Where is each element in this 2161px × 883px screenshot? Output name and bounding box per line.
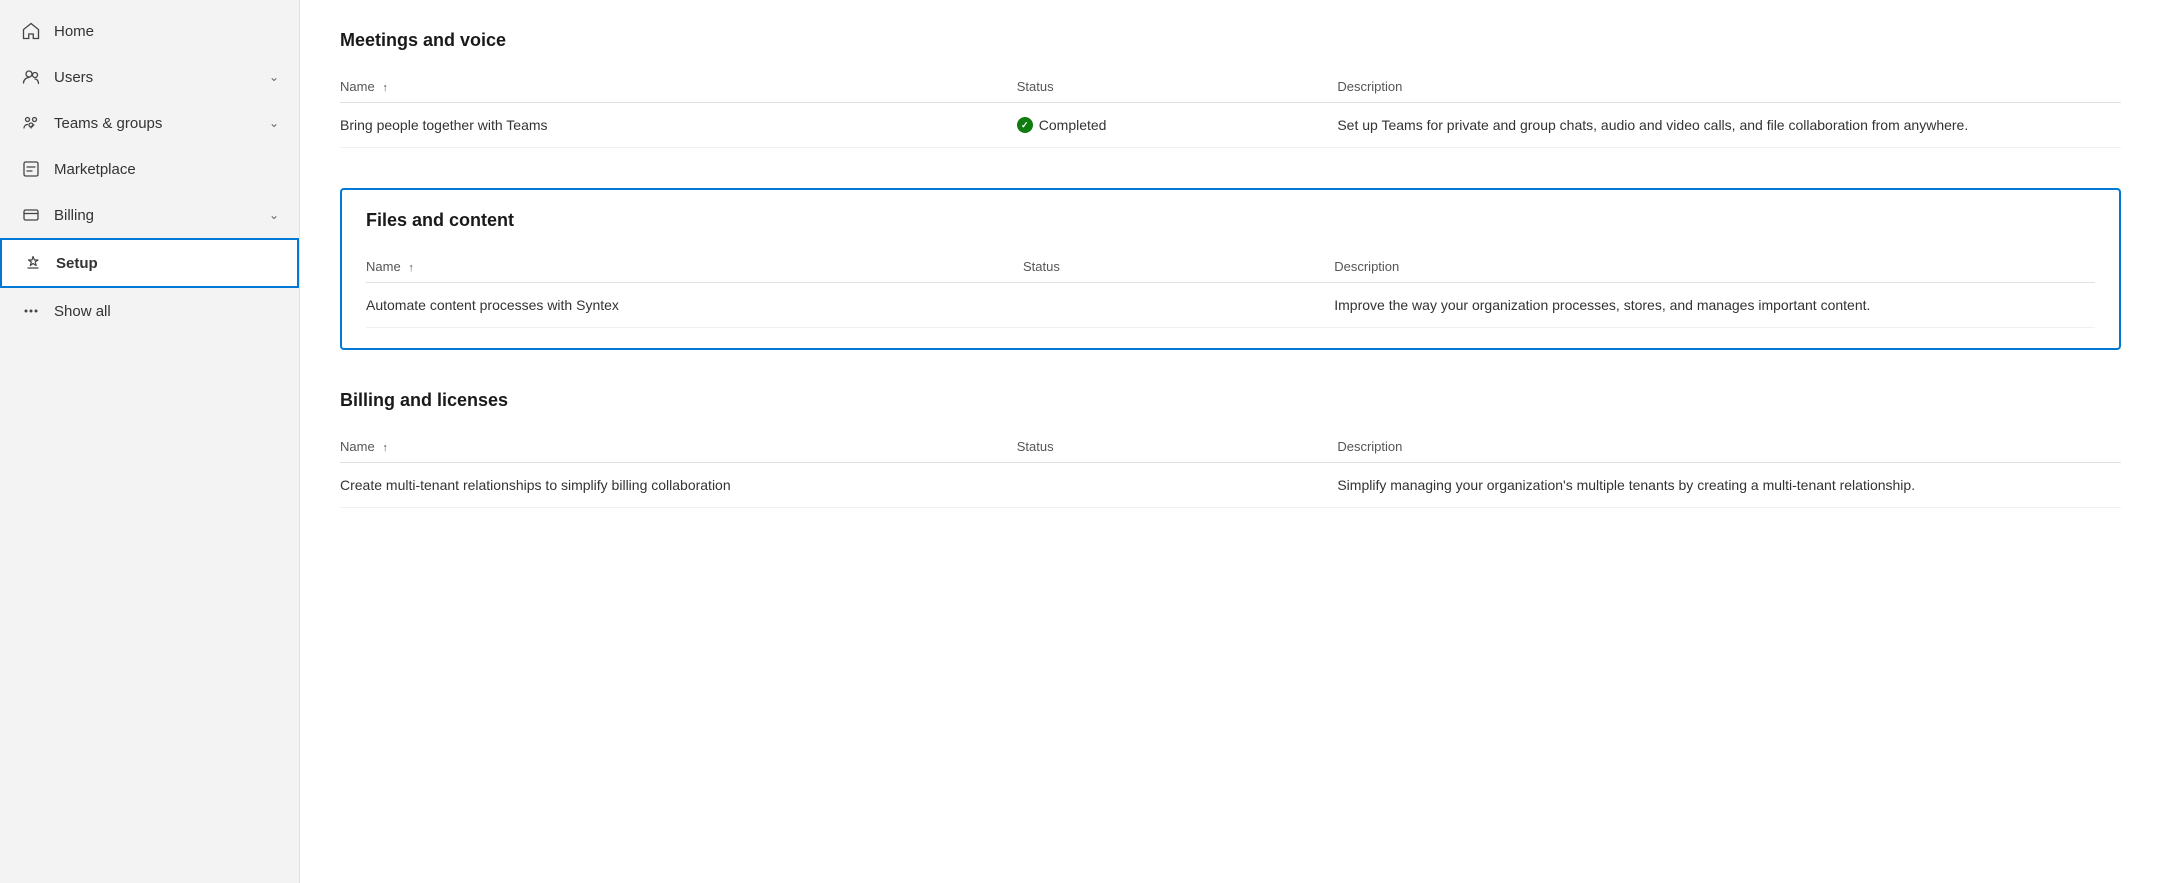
status-completed-icon — [1017, 117, 1033, 133]
billing-licenses-table: Name ↑ Status Description Create multi-t… — [340, 431, 2121, 508]
sidebar-item-teams-groups-label: Teams & groups — [54, 115, 269, 132]
section-meetings-voice: Meetings and voice Name ↑ Status Descrip… — [340, 30, 2121, 148]
row-name: Create multi-tenant relationships to sim… — [340, 463, 1017, 508]
sort-arrow-icon: ↑ — [408, 262, 414, 274]
row-name: Automate content processes with Syntex — [366, 283, 1023, 328]
sidebar-item-show-all[interactable]: Show all — [0, 288, 299, 334]
sidebar-item-setup[interactable]: Setup — [0, 238, 299, 288]
col-header-description: Description — [1334, 251, 2095, 283]
col-header-status: Status — [1017, 71, 1338, 103]
row-description: Improve the way your organization proces… — [1334, 283, 2095, 328]
sort-arrow-icon: ↑ — [382, 82, 388, 94]
row-status — [1017, 463, 1338, 508]
chevron-down-icon: ⌄ — [269, 208, 279, 222]
main-content: Meetings and voice Name ↑ Status Descrip… — [300, 0, 2161, 883]
sidebar-item-home[interactable]: Home — [0, 8, 299, 54]
sidebar-item-teams-groups[interactable]: Teams & groups ⌄ — [0, 100, 299, 146]
table-header-row: Name ↑ Status Description — [340, 71, 2121, 103]
sidebar-item-setup-label: Setup — [56, 255, 277, 272]
table-header-row: Name ↑ Status Description — [340, 431, 2121, 463]
col-header-description: Description — [1337, 431, 2121, 463]
col-header-name: Name ↑ — [340, 431, 1017, 463]
table-row[interactable]: Bring people together with Teams Complet… — [340, 103, 2121, 148]
sidebar-item-users-label: Users — [54, 69, 269, 86]
files-content-table: Name ↑ Status Description Automate conte… — [366, 251, 2095, 328]
teams-icon — [20, 112, 42, 134]
col-header-name: Name ↑ — [366, 251, 1023, 283]
sidebar-item-marketplace-label: Marketplace — [54, 161, 279, 178]
sidebar-item-show-all-label: Show all — [54, 303, 279, 320]
section-files-content: Files and content Name ↑ Status Descript… — [340, 188, 2121, 350]
status-completed: Completed — [1017, 117, 1326, 133]
col-header-description: Description — [1337, 71, 2121, 103]
sidebar-item-home-label: Home — [54, 23, 279, 40]
sort-arrow-icon: ↑ — [382, 442, 388, 454]
col-header-name: Name ↑ — [340, 71, 1017, 103]
row-description: Simplify managing your organization's mu… — [1337, 463, 2121, 508]
users-icon — [20, 66, 42, 88]
ellipsis-icon — [20, 300, 42, 322]
chevron-down-icon: ⌄ — [269, 116, 279, 130]
col-header-status: Status — [1017, 431, 1338, 463]
table-header-row: Name ↑ Status Description — [366, 251, 2095, 283]
section-billing-licenses: Billing and licenses Name ↑ Status Descr… — [340, 390, 2121, 508]
sidebar: Home Users ⌄ Teams & groups ⌄ — [0, 0, 300, 883]
row-status: Completed — [1017, 103, 1338, 148]
sidebar-item-users[interactable]: Users ⌄ — [0, 54, 299, 100]
section-files-content-title: Files and content — [366, 210, 2095, 231]
meetings-voice-table: Name ↑ Status Description Bring people t… — [340, 71, 2121, 148]
table-row[interactable]: Automate content processes with Syntex I… — [366, 283, 2095, 328]
setup-icon — [22, 252, 44, 274]
row-name: Bring people together with Teams — [340, 103, 1017, 148]
row-description: Set up Teams for private and group chats… — [1337, 103, 2121, 148]
row-status — [1023, 283, 1334, 328]
billing-icon — [20, 204, 42, 226]
sidebar-item-marketplace[interactable]: Marketplace — [0, 146, 299, 192]
col-header-status: Status — [1023, 251, 1334, 283]
table-row[interactable]: Create multi-tenant relationships to sim… — [340, 463, 2121, 508]
sidebar-item-billing[interactable]: Billing ⌄ — [0, 192, 299, 238]
section-billing-licenses-title: Billing and licenses — [340, 390, 2121, 411]
marketplace-icon — [20, 158, 42, 180]
chevron-down-icon: ⌄ — [269, 70, 279, 84]
home-icon — [20, 20, 42, 42]
sidebar-item-billing-label: Billing — [54, 207, 269, 224]
section-meetings-voice-title: Meetings and voice — [340, 30, 2121, 51]
